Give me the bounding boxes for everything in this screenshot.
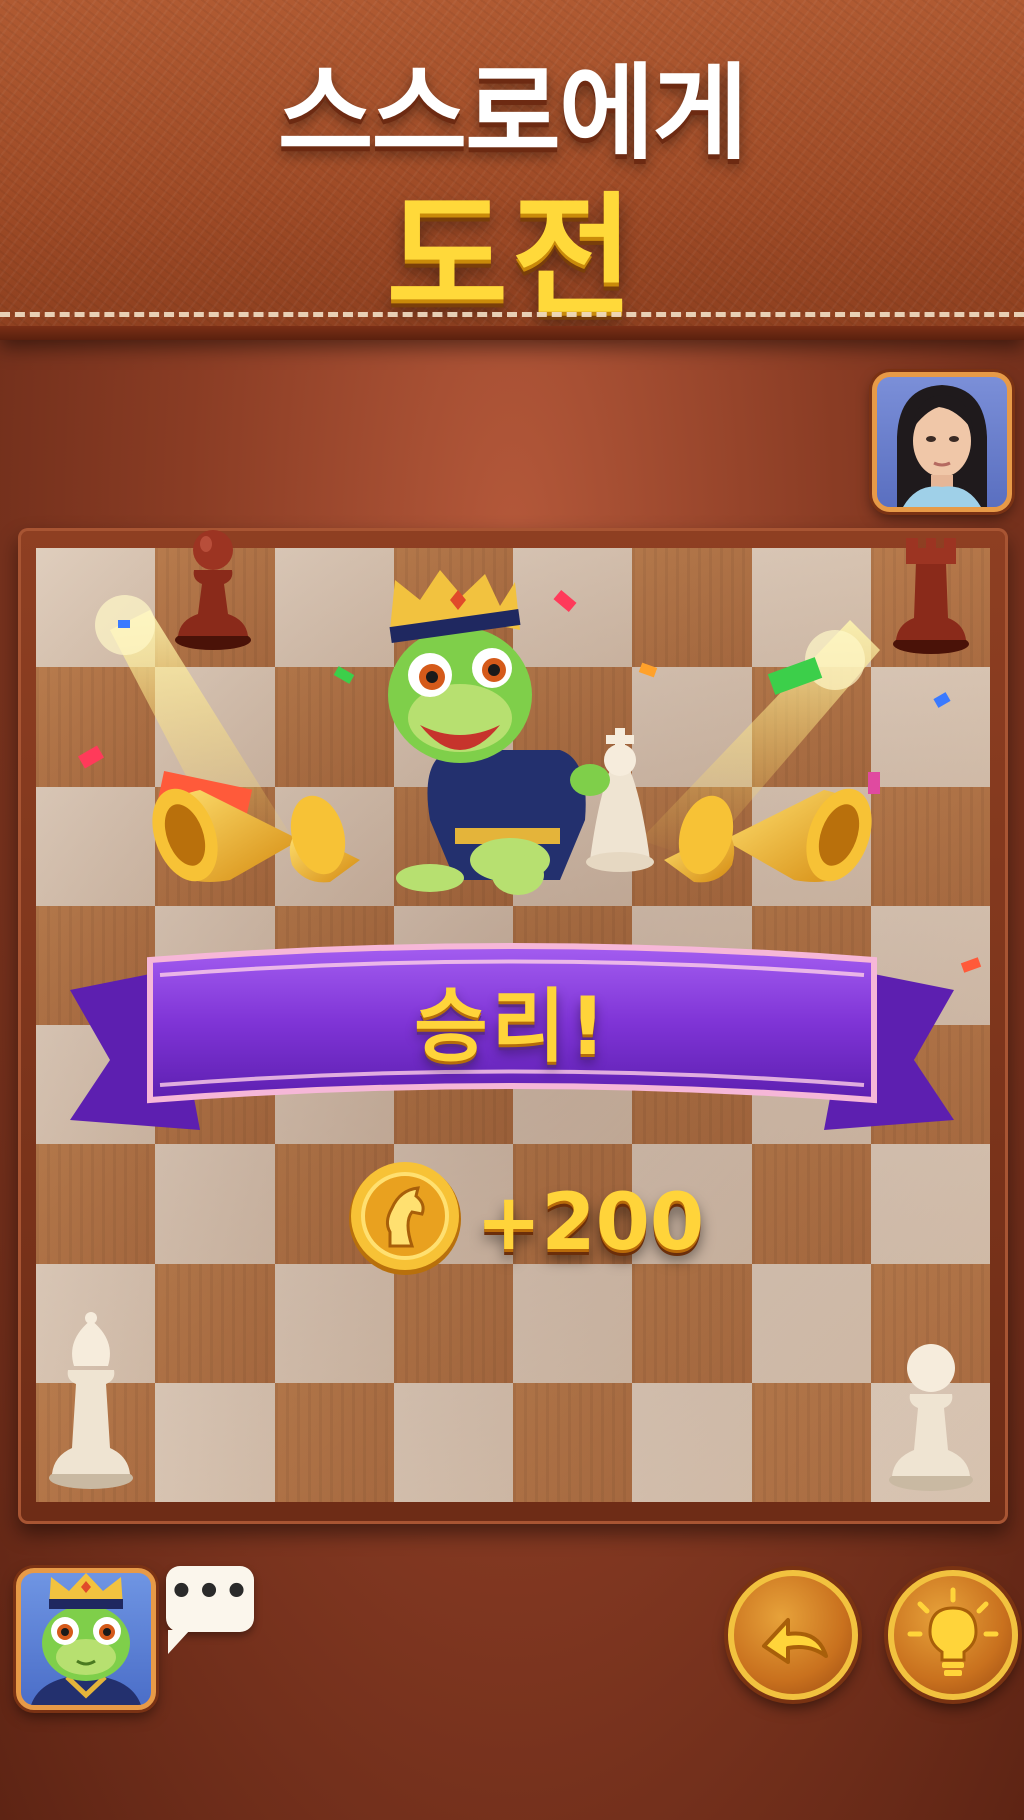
board-square[interactable] — [751, 1263, 871, 1383]
horse-coin-icon — [349, 1162, 461, 1275]
stitch-divider — [0, 312, 1024, 317]
board-square[interactable] — [513, 1263, 633, 1383]
undo-arrow-icon — [762, 1618, 828, 1664]
confetti — [118, 620, 130, 628]
reward-amount: +200 — [476, 1178, 705, 1268]
board-square[interactable] — [393, 1263, 513, 1383]
undo-button[interactable] — [728, 1570, 858, 1700]
frog-king-mascot-icon — [388, 570, 654, 895]
white-king-chess-icon — [586, 728, 654, 872]
confetti — [77, 745, 105, 769]
confetti — [553, 589, 577, 613]
board-square[interactable] — [632, 1382, 752, 1502]
opponent-avatar[interactable] — [872, 372, 1012, 512]
board-square[interactable] — [155, 1263, 275, 1383]
reward-display: +200 — [346, 1160, 704, 1280]
confetti — [638, 662, 658, 678]
white-bishop-piece[interactable] — [46, 1310, 136, 1490]
white-pawn-piece[interactable] — [886, 1332, 976, 1492]
header-banner: 스스로에게 도전 — [0, 0, 1024, 340]
victory-overlay — [70, 570, 982, 1130]
confetti — [933, 692, 951, 708]
confetti — [333, 666, 355, 684]
board-square[interactable] — [274, 1263, 394, 1383]
chat-button[interactable]: ••• — [166, 1566, 254, 1654]
confetti — [868, 772, 880, 794]
woman-portrait-icon — [897, 385, 987, 507]
board-square[interactable] — [632, 1263, 752, 1383]
board-square[interactable] — [751, 1382, 871, 1502]
board-square[interactable] — [393, 1382, 513, 1502]
board-square[interactable] — [155, 1382, 275, 1502]
hint-button[interactable] — [888, 1570, 1018, 1700]
frog-king-avatar-icon — [31, 1573, 141, 1705]
lightbulb-icon — [907, 1587, 999, 1676]
victory-label: 승리! — [414, 980, 610, 1073]
board-square[interactable] — [513, 1382, 633, 1502]
chat-dots-icon: ••• — [168, 1569, 252, 1615]
player-avatar[interactable] — [16, 1568, 156, 1710]
board-square[interactable] — [274, 1382, 394, 1502]
